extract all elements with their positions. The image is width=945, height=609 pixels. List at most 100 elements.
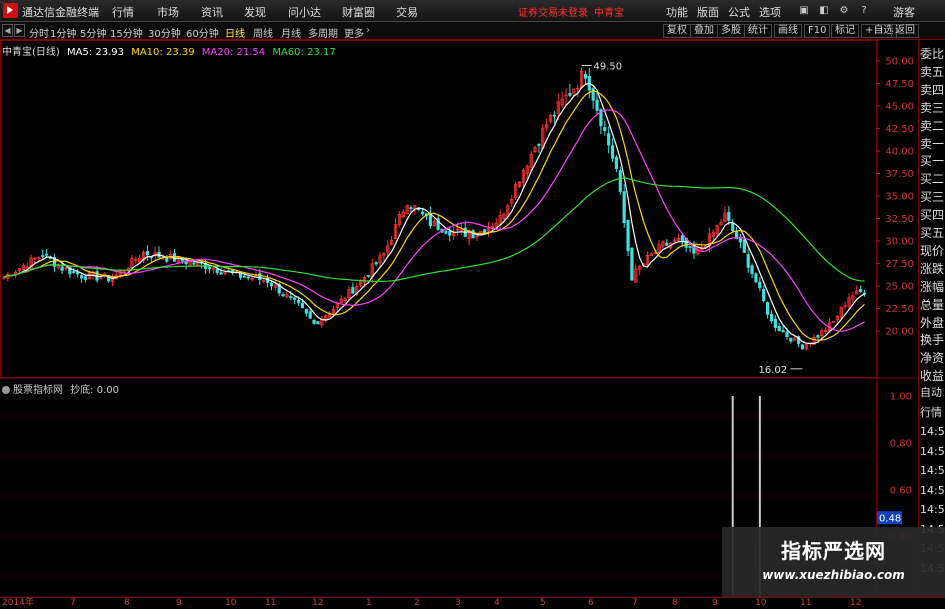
candle-body bbox=[289, 296, 293, 298]
y-tick-label: 47.50 bbox=[885, 79, 914, 90]
candle-body bbox=[281, 294, 285, 297]
period-30min[interactable]: 30分钟 bbox=[148, 25, 181, 40]
candle-body bbox=[731, 222, 735, 232]
period-1min[interactable]: 1分钟 bbox=[50, 25, 76, 40]
candle-body bbox=[742, 239, 746, 253]
candle-body bbox=[750, 265, 754, 274]
main-panel-border bbox=[0, 40, 877, 378]
btn-huaxian[interactable]: 画线 bbox=[774, 24, 802, 38]
candle-body bbox=[622, 191, 626, 224]
date-label: 7 bbox=[70, 598, 76, 608]
period-60min[interactable]: 60分钟 bbox=[186, 25, 219, 40]
candle-body bbox=[45, 253, 49, 256]
low-annotation-label: 16.02 bbox=[758, 365, 787, 376]
candle-body bbox=[665, 242, 669, 246]
date-label: 11 bbox=[800, 598, 812, 608]
menu-zixun[interactable]: 资讯 bbox=[201, 4, 223, 20]
period-more[interactable]: 更多 bbox=[344, 25, 364, 40]
skin-icon[interactable]: ▣ bbox=[796, 3, 812, 19]
y-tick-label: 20.00 bbox=[885, 327, 914, 338]
guest-login[interactable]: 游客 bbox=[893, 4, 915, 20]
period-toolbar: ◀ ▶ 分时 1分钟 5分钟 15分钟 30分钟 60分钟 日线 周线 月线 多… bbox=[0, 22, 945, 40]
menu-wenxiaoda[interactable]: 问小达 bbox=[288, 4, 321, 20]
legend-ma10: MA10: 23.39 bbox=[131, 47, 195, 58]
btn-tongji[interactable]: 统计 bbox=[744, 24, 772, 38]
candle-body bbox=[145, 250, 150, 256]
legend-ma20: MA20: 21.54 bbox=[201, 47, 266, 58]
nav-back-icon[interactable]: ◀ bbox=[2, 24, 13, 37]
candle-body bbox=[603, 127, 607, 131]
period-monthly[interactable]: 月线 bbox=[281, 25, 301, 40]
sub-y-tick-label: 0.60 bbox=[890, 486, 912, 497]
period-daily[interactable]: 日线 bbox=[225, 25, 245, 40]
help-icon[interactable]: ? bbox=[856, 3, 872, 19]
date-label: 2014年 bbox=[2, 598, 34, 608]
login-warning[interactable]: 证券交易未登录 bbox=[518, 4, 588, 19]
settings-icon[interactable]: ⚙ bbox=[836, 3, 852, 19]
candle-body bbox=[595, 99, 599, 111]
candle-body bbox=[308, 311, 312, 319]
app-title: 通达信金融终端 bbox=[22, 6, 99, 19]
candle-body bbox=[568, 93, 572, 96]
ma-legend: 中青宝(日线) MA5: 23.93 MA10: 23.39 MA20: 21.… bbox=[2, 43, 340, 58]
candle-body bbox=[618, 170, 622, 192]
candle-body bbox=[754, 273, 758, 283]
indicator-settings-icon[interactable] bbox=[2, 386, 10, 394]
period-fenshi[interactable]: 分时 bbox=[29, 25, 49, 40]
candle-body bbox=[610, 145, 615, 159]
menu-caifuquan[interactable]: 财富圈 bbox=[342, 4, 375, 20]
more-chevron-icon[interactable]: › bbox=[366, 25, 370, 36]
candle-body bbox=[72, 271, 76, 273]
date-label: 6 bbox=[588, 598, 594, 608]
candle-body bbox=[471, 230, 475, 239]
y-tick-label: 37.50 bbox=[885, 169, 914, 180]
message-icon[interactable]: ◧ bbox=[816, 3, 832, 19]
candle-body bbox=[777, 326, 781, 332]
indicator-legend: 股票指标网 抄底: 0.00 bbox=[2, 381, 119, 396]
candle-body bbox=[583, 73, 588, 79]
btn-fanhui[interactable]: 返回 bbox=[891, 24, 919, 38]
candle-body bbox=[773, 318, 777, 328]
candle-body bbox=[537, 143, 541, 146]
menu-gongshi[interactable]: 公式 bbox=[728, 4, 750, 20]
candle-body bbox=[215, 268, 219, 273]
date-label: 4 bbox=[494, 598, 500, 608]
chart-area[interactable]: 50.00 47.50 45.00 42.50 40.00 37.50 35.00 32.50… bbox=[0, 40, 945, 597]
nav-forward-icon[interactable]: ▶ bbox=[14, 24, 25, 37]
menu-hangqing[interactable]: 行情 bbox=[112, 4, 134, 20]
legend-ma5: MA5: 23.93 bbox=[67, 47, 125, 58]
candle-body bbox=[269, 282, 274, 287]
menu-faxian[interactable]: 发现 bbox=[244, 4, 266, 20]
sub-y-tick-label: 0.80 bbox=[890, 439, 912, 450]
kline-chart[interactable]: 50.00 47.50 45.00 42.50 40.00 37.50 35.00 32.50… bbox=[0, 40, 918, 597]
current-stock-name: 中青宝 bbox=[594, 8, 624, 19]
menu-gongneng[interactable]: 功能 bbox=[666, 4, 688, 20]
period-5min[interactable]: 5分钟 bbox=[80, 25, 106, 40]
sub-y-tick-label: 1.00 bbox=[890, 392, 912, 403]
menu-jiaoyi[interactable]: 交易 bbox=[396, 4, 418, 20]
y-tick-label: 32.50 bbox=[885, 214, 914, 225]
title-menu-bar: 通达信金融终端 行情 市场 资讯 发现 问小达 财富圈 交易 证券交易未登录 中… bbox=[0, 0, 945, 22]
menu-shichang[interactable]: 市场 bbox=[157, 4, 179, 20]
candle-body bbox=[607, 133, 611, 146]
btn-biaoji[interactable]: 标记 bbox=[831, 24, 859, 38]
period-weekly[interactable]: 周线 bbox=[253, 25, 273, 40]
candle-body bbox=[789, 337, 793, 342]
period-multi[interactable]: 多周期 bbox=[308, 25, 338, 40]
menu-xuanxiang[interactable]: 选项 bbox=[759, 4, 781, 20]
candle-body bbox=[296, 299, 301, 304]
candle-body bbox=[816, 335, 820, 338]
btn-f10[interactable]: F10 bbox=[804, 24, 831, 38]
btn-duogu[interactable]: 多股 bbox=[717, 24, 745, 38]
btn-fuquan[interactable]: 复权 bbox=[663, 24, 691, 38]
watermark-overlay: 指标严选网 www.xuezhibiao.com bbox=[722, 527, 945, 597]
y-tick-label: 25.00 bbox=[885, 282, 914, 293]
date-label: 3 bbox=[455, 598, 461, 608]
menu-banmian[interactable]: 版面 bbox=[697, 4, 719, 20]
candle-body bbox=[60, 266, 64, 271]
candle-body bbox=[781, 330, 785, 333]
period-15min[interactable]: 15分钟 bbox=[110, 25, 143, 40]
candle-body bbox=[366, 274, 370, 277]
btn-diejia[interactable]: 叠加 bbox=[690, 24, 718, 38]
date-label: 12 bbox=[312, 598, 324, 608]
